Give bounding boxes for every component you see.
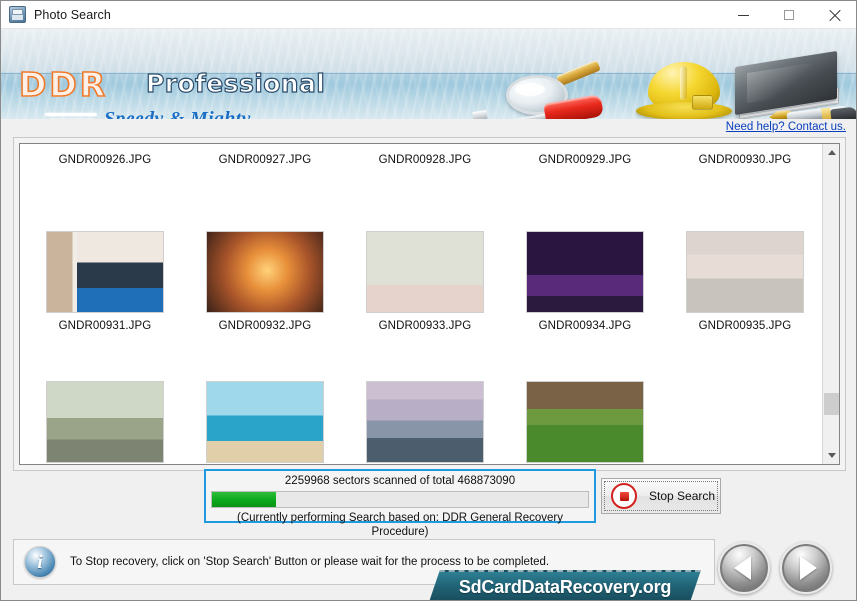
scroll-down-button[interactable] [823,447,839,464]
thumbnail-label: GNDR00930.JPG [698,154,792,166]
arrow-right-icon [799,556,817,580]
thumbnail-image[interactable] [46,231,164,313]
thumbnail-item[interactable]: GNDR00935.JPG [670,182,820,332]
minimize-button[interactable] [720,1,766,29]
window-title: Photo Search [34,7,111,22]
chevron-down-icon [827,453,836,458]
thumbnail-image[interactable] [206,381,324,463]
thumbnail-item[interactable]: GNDR00933.JPG [350,182,500,332]
thumbnail-item[interactable]: GNDR00938.JPG [350,332,500,464]
thumbnail-image[interactable] [206,231,324,313]
thumbnail-item[interactable]: GNDR00927.JPG [190,154,340,166]
thumbnail-label: GNDR00933.JPG [378,320,472,332]
thumbnail-image[interactable] [46,381,164,463]
arrow-left-icon [733,556,751,580]
thumbnail-label: GNDR00929.JPG [538,154,632,166]
maximize-button[interactable] [766,1,812,29]
brand-edition: Professional [145,68,326,98]
brand-banner: DDR Professional Speedy & Mighty [1,29,856,119]
thumbnail-row: GNDR00936.JPG GNDR00937.JPG GNDR00938.JP… [20,332,825,464]
progress-bar [211,491,589,508]
screwdriver-icon [472,94,621,119]
thumbnail-label: GNDR00931.JPG [58,320,152,332]
navigation-buttons [718,542,832,594]
progress-bar-fill [212,492,276,507]
scrollbar-thumb[interactable] [824,393,839,416]
thumbnail-image[interactable] [526,231,644,313]
pen-icon [769,104,856,119]
stop-icon [611,483,637,509]
thumbnail-item[interactable]: GNDR00931.JPG [30,182,180,332]
thumbnail-grid: GNDR00926.JPG GNDR00927.JPG GNDR00928.JP… [20,144,825,464]
scan-procedure-text: (Currently performing Search based on: D… [237,512,563,538]
thumbnail-row: GNDR00931.JPG GNDR00932.JPG GNDR00933.JP… [20,182,825,332]
sectors-scanned-text: 2259968 sectors scanned of total 4688730… [284,475,516,487]
help-row: Need help? Contact us. [1,119,856,137]
minimize-icon [737,14,749,16]
stop-search-label: Stop Search [649,489,716,503]
thumbnail-scroll-area[interactable]: GNDR00926.JPG GNDR00927.JPG GNDR00928.JP… [19,143,840,465]
scan-progress-box: 2259968 sectors scanned of total 4688730… [204,469,596,538]
brand-tagline: Speedy & Mighty [104,108,251,119]
need-help-link[interactable]: Need help? Contact us. [726,121,846,133]
watermark-text: SdCardDataRecovery.org [458,576,672,597]
app-icon [9,6,26,23]
thumbnail-label: GNDR00935.JPG [698,320,792,332]
information-icon: i [24,546,56,578]
thumbnail-item[interactable]: GNDR00928.JPG [350,154,500,166]
thumbnail-panel: GNDR00926.JPG GNDR00927.JPG GNDR00928.JP… [13,137,846,471]
thumbnail-item[interactable]: GNDR00939.JPG [510,332,660,464]
maximize-icon [784,10,794,20]
thumbnail-item[interactable]: GNDR00929.JPG [510,154,660,166]
thumbnail-label: GNDR00932.JPG [218,320,312,332]
next-button[interactable] [780,542,832,594]
thumbnail-item[interactable]: GNDR00932.JPG [190,182,340,332]
brand-name: DDR [18,64,109,105]
window-controls [720,1,856,29]
info-message: To Stop recovery, click on 'Stop Search'… [70,556,550,568]
thumbnail-row-partial: GNDR00926.JPG GNDR00927.JPG GNDR00928.JP… [20,144,825,182]
thumbnail-item[interactable]: GNDR00934.JPG [510,182,660,332]
close-icon [829,9,841,21]
chevron-up-icon [827,150,836,155]
thumbnail-label: GNDR00934.JPG [538,320,632,332]
thumbnail-item[interactable]: GNDR00936.JPG [30,332,180,464]
thumbnail-image[interactable] [686,231,804,313]
hard-hat-icon [636,62,732,119]
vertical-scrollbar[interactable] [822,144,839,464]
thumbnail-image[interactable] [526,381,644,463]
photo-search-window: Photo Search DDR Professional Speedy & M… [0,0,857,601]
scroll-up-button[interactable] [823,144,839,161]
thumbnail-image[interactable] [366,381,484,463]
title-bar: Photo Search [1,1,856,29]
thumbnail-label: GNDR00927.JPG [218,154,312,166]
thumbnail-label: GNDR00926.JPG [58,154,152,166]
thumbnail-label: GNDR00928.JPG [378,154,472,166]
thumbnail-item[interactable]: GNDR00937.JPG [190,332,340,464]
thumbnail-item[interactable]: GNDR00930.JPG [670,154,820,166]
watermark-banner: SdCardDataRecovery.org [429,570,701,600]
thumbnail-item[interactable]: GNDR00926.JPG [30,154,180,166]
thumbnail-image[interactable] [366,231,484,313]
close-button[interactable] [812,1,856,29]
back-button[interactable] [718,542,770,594]
stop-search-button[interactable]: Stop Search [601,478,721,514]
thumbnail-item-empty [670,332,820,464]
